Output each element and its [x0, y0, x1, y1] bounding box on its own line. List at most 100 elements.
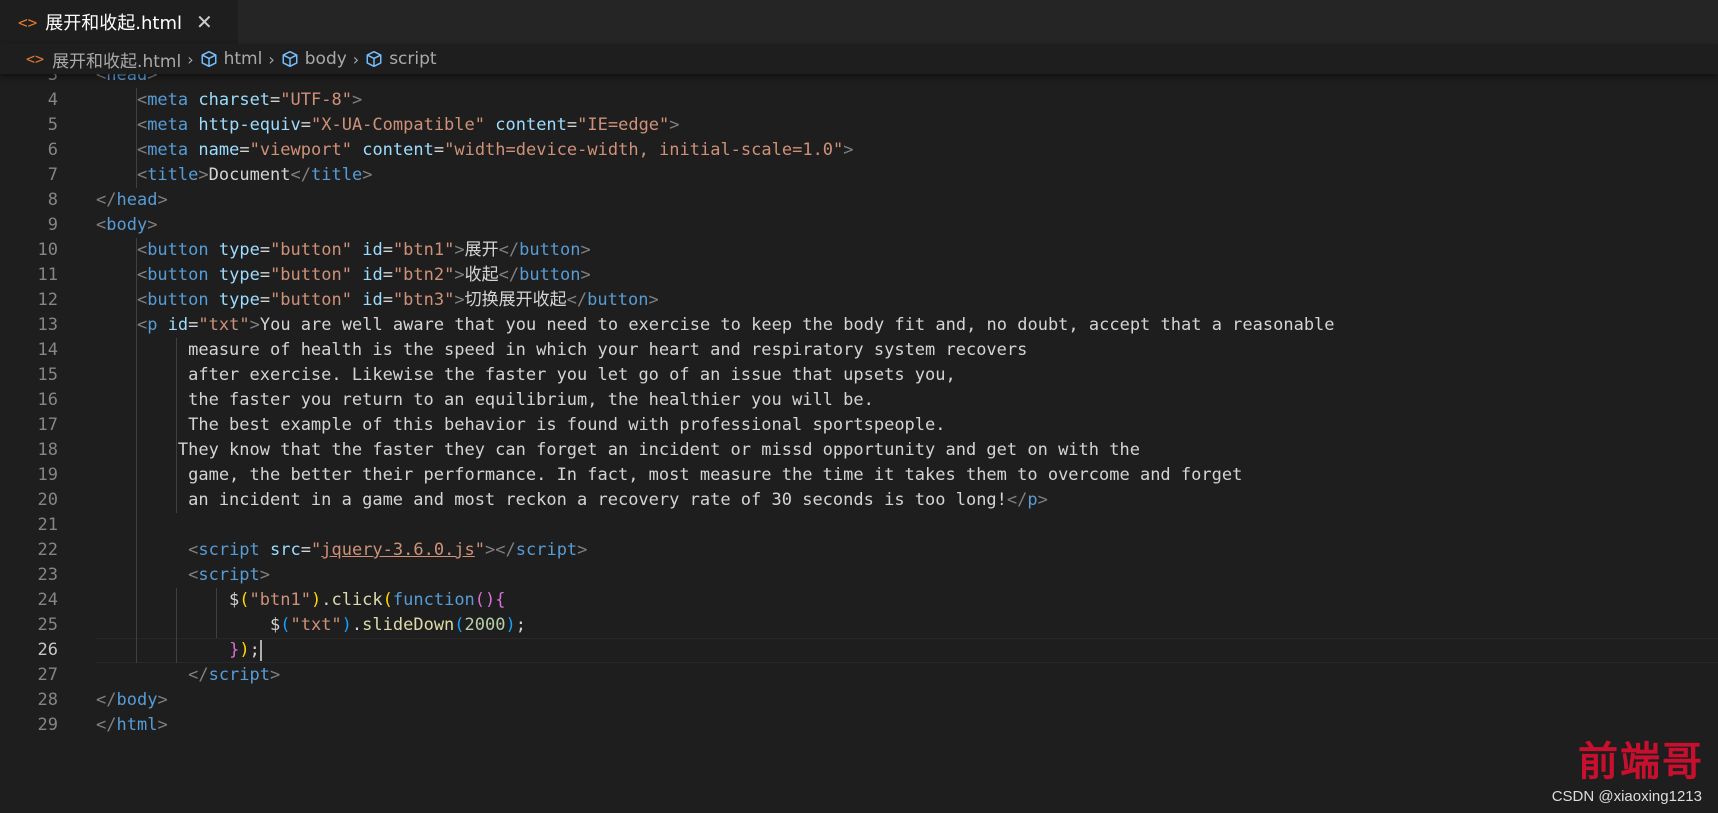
code-token: </	[96, 690, 117, 710]
watermark-logo: 前端哥	[1578, 738, 1704, 785]
code-line[interactable]: 26 });	[0, 638, 1718, 663]
code-line[interactable]: 18 They know that the faster they can fo…	[0, 438, 1718, 463]
code-token: </	[498, 240, 520, 260]
code-token: id	[362, 265, 383, 285]
code-token: meta	[147, 115, 189, 135]
breadcrumb-item-body[interactable]: body	[281, 49, 347, 69]
code-token: >	[577, 540, 588, 560]
code-line[interactable]: 20 an incident in a game and most reckon…	[0, 488, 1718, 513]
code-token: <	[96, 315, 148, 335]
code-line[interactable]: 27 </script>	[0, 663, 1718, 688]
breadcrumb-item-file[interactable]: <> 展开和收起.html	[26, 47, 181, 72]
chevron-right-icon: ›	[268, 49, 275, 69]
code-token: The best example of this behavior is fou…	[96, 415, 946, 435]
line-number: 9	[47, 215, 58, 235]
line-number: 6	[47, 140, 58, 160]
symbol-cube-icon	[282, 50, 298, 68]
code-line[interactable]: 9 <body>	[0, 213, 1718, 238]
line-code: measure of health is the speed in which …	[96, 338, 1027, 363]
line-code: <body>	[96, 213, 157, 238]
code-token: >	[580, 265, 591, 285]
code-line[interactable]: 10 <button type="button" id="btn1">展开</b…	[0, 238, 1718, 263]
code-token: "btn3"	[392, 290, 455, 310]
code-token: (	[454, 615, 465, 635]
code-token: "viewport"	[249, 140, 352, 160]
code-token: =	[188, 315, 199, 335]
line-number: 8	[47, 190, 58, 210]
code-token: button	[519, 240, 581, 260]
code-token: "IE=edge"	[577, 115, 670, 135]
code-line[interactable]: 12 <button type="button" id="btn3">切换展开收…	[0, 288, 1718, 313]
indent-guide	[176, 588, 177, 663]
code-line[interactable]: 7 <title>Document</title>	[0, 163, 1718, 188]
code-line[interactable]: 4 <meta charset="UTF-8">	[0, 88, 1718, 113]
code-line[interactable]: 28 </body>	[0, 688, 1718, 713]
line-number: 12	[37, 290, 58, 310]
code-line[interactable]: 6 <meta name="viewport" content="width=d…	[0, 138, 1718, 163]
code-token: They know that the faster they can forge…	[96, 440, 1140, 460]
code-token: id	[167, 315, 189, 335]
text-cursor	[260, 640, 263, 661]
breadcrumb-item-script[interactable]: script	[365, 49, 437, 69]
code-line[interactable]: 19 game, the better their performance. I…	[0, 463, 1718, 488]
code-line[interactable]: 14 measure of health is the speed in whi…	[0, 338, 1718, 363]
code-line[interactable]: 22 <script src="jquery-3.6.0.js"></scrip…	[0, 538, 1718, 563]
close-icon[interactable]: ✕	[196, 10, 213, 34]
code-token: >	[198, 165, 209, 185]
code-token: p	[147, 315, 158, 335]
code-token: >	[147, 74, 158, 85]
line-number: 28	[37, 690, 58, 710]
code-line[interactable]: 25 $("txt").slideDown(2000);	[0, 613, 1718, 638]
breadcrumb-item-html[interactable]: html	[200, 49, 262, 69]
code-token: <	[96, 540, 199, 560]
code-token: "	[311, 540, 322, 560]
code-token: meta	[147, 140, 189, 160]
code-line[interactable]: 5 <meta http-equiv="X-UA-Compatible" con…	[0, 113, 1718, 138]
code-line[interactable]: 21	[0, 513, 1718, 538]
watermark-text: CSDN @xiaoxing1213	[1551, 788, 1702, 805]
code-line[interactable]: 29 </html>	[0, 713, 1718, 738]
code-token: ;	[515, 615, 526, 635]
code-token: <	[96, 115, 148, 135]
code-token: </	[498, 265, 520, 285]
code-line[interactable]: 24 $("btn1").click(function(){	[0, 588, 1718, 613]
code-token: button	[147, 240, 209, 260]
code-line[interactable]: 3 <head>	[0, 74, 1718, 88]
code-token: body	[106, 215, 148, 235]
code-line[interactable]: 8 </head>	[0, 188, 1718, 213]
code-token: type	[218, 240, 260, 260]
code-line[interactable]: 13 <p id="txt">You are well aware that y…	[0, 313, 1718, 338]
code-editor[interactable]: 3 <head> 4 <meta charset="UTF-8"> 5 <meta h…	[0, 74, 1718, 813]
code-token: id	[362, 290, 383, 310]
code-token: >	[249, 315, 260, 335]
tab-active-file[interactable]: <> 展开和收起.html ✕	[0, 0, 238, 44]
code-token: button	[147, 265, 209, 285]
code-token: ()	[474, 590, 496, 610]
code-line[interactable]: 11 <button type="button" id="btn2">收起</b…	[0, 263, 1718, 288]
line-code: They know that the faster they can forge…	[96, 438, 1140, 463]
code-token: <	[96, 165, 148, 185]
line-number: 16	[37, 390, 58, 410]
line-code: <button type="button" id="btn3">切换展开收起</…	[96, 288, 659, 313]
line-number: 21	[37, 515, 58, 535]
line-code: <script src="jquery-3.6.0.js"></script>	[96, 538, 587, 563]
code-token: .	[321, 590, 332, 610]
line-code: <button type="button" id="btn2">收起</butt…	[96, 263, 591, 288]
code-token: >	[351, 90, 363, 110]
line-code: <meta http-equiv="X-UA-Compatible" conte…	[96, 113, 680, 138]
line-code: <meta name="viewport" content="width=dev…	[96, 138, 854, 163]
code-token: <	[96, 140, 148, 160]
code-line[interactable]: 23 <script>	[0, 563, 1718, 588]
line-code: after exercise. Likewise the faster you …	[96, 363, 956, 388]
code-token: 展开	[464, 240, 499, 260]
code-line[interactable]: 15 after exercise. Likewise the faster y…	[0, 363, 1718, 388]
code-line[interactable]: 16 the faster you return to an equilibri…	[0, 388, 1718, 413]
line-number: 13	[37, 315, 58, 335]
code-token: >	[648, 290, 659, 310]
code-line[interactable]: 17 The best example of this behavior is …	[0, 413, 1718, 438]
